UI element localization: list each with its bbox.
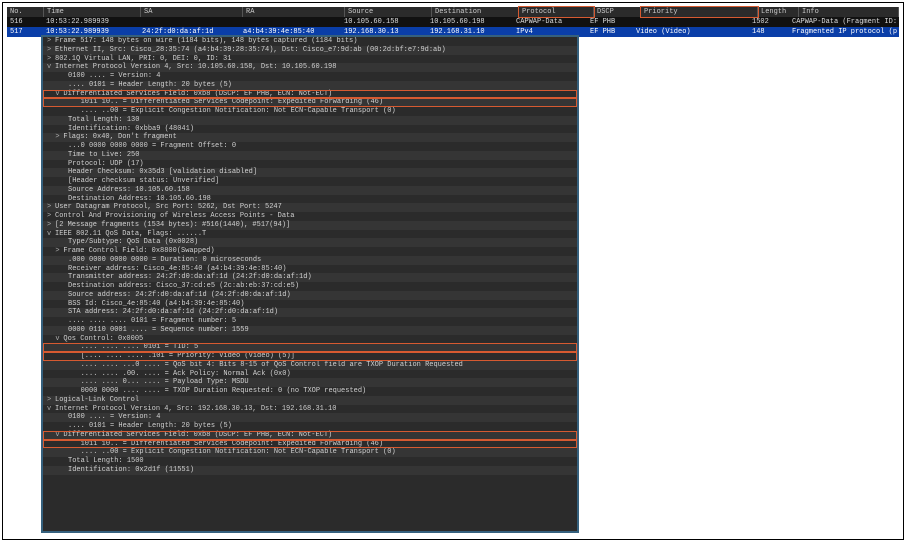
tree-row[interactable]: vInternet Protocol Version 4, Src: 10.10… xyxy=(43,63,577,72)
tree-row[interactable]: [.... .... .... .101 = Priority: Video (… xyxy=(43,352,577,361)
tree-row[interactable]: 0000 0110 0001 .... = Sequence number: 1… xyxy=(43,326,577,335)
caret-right-icon: > xyxy=(47,46,55,55)
caret-down-icon: v xyxy=(47,405,55,414)
caret-right-icon: > xyxy=(47,55,55,64)
tree-row[interactable]: 1011 10.. = Differentiated Services Code… xyxy=(43,440,577,449)
caret-right-icon: > xyxy=(47,221,55,230)
tree-row[interactable]: >Frame Control Field: 0x8800(Swapped) xyxy=(43,247,577,256)
tree-row[interactable]: Source Address: 10.105.60.158 xyxy=(43,186,577,195)
tree-row[interactable]: vQos Control: 0x0005 xyxy=(43,335,577,344)
col-sa[interactable]: SA xyxy=(141,7,243,17)
caret-down-icon: v xyxy=(47,63,55,72)
tree-row[interactable]: Total Length: 130 xyxy=(43,116,577,125)
packet-details[interactable]: >Frame 517: 148 bytes on wire (1184 bits… xyxy=(41,35,579,533)
tree-row[interactable]: Identification: 0x2d1f (11551) xyxy=(43,466,577,475)
tree-row[interactable]: >Ethernet II, Src: Cisco_28:35:74 (a4:b4… xyxy=(43,46,577,55)
tree-row[interactable]: vIEEE 802.11 QoS Data, Flags: ......T xyxy=(43,230,577,239)
caret-right-icon: > xyxy=(47,203,55,212)
tree-row[interactable]: STA address: 24:2f:d0:da:af:1d (24:2f:d0… xyxy=(43,308,577,317)
tree-row[interactable]: Destination Address: 10.105.60.198 xyxy=(43,195,577,204)
tree-row[interactable]: .... 0101 = Header Length: 20 bytes (5) xyxy=(43,422,577,431)
tree-row[interactable]: .... .... ...0 .... = QoS bit 4: Bits 8-… xyxy=(43,361,577,370)
tree-row[interactable]: >Logical-Link Control xyxy=(43,396,577,405)
tree-row[interactable]: Type/Subtype: QoS Data (0x0028) xyxy=(43,238,577,247)
tree-row[interactable]: Total Length: 1500 xyxy=(43,457,577,466)
tree-row[interactable]: >Frame 517: 148 bytes on wire (1184 bits… xyxy=(43,37,577,46)
col-time[interactable]: Time xyxy=(44,7,141,17)
tree-row[interactable]: .000 0000 0000 0000 = Duration: 0 micros… xyxy=(43,256,577,265)
tree-row[interactable]: .... ..00 = Explicit Congestion Notifica… xyxy=(43,448,577,457)
col-protocol[interactable]: Protocol xyxy=(519,7,594,17)
caret-down-icon: v xyxy=(47,230,55,239)
tree-row[interactable]: .... .... 0... .... = Payload Type: MSDU xyxy=(43,378,577,387)
caret-right-icon: > xyxy=(47,37,55,46)
tree-row[interactable]: .... .... .00. .... = Ack Policy: Normal… xyxy=(43,370,577,379)
tree-row[interactable]: 0000 0000 .... .... = TXOP Duration Requ… xyxy=(43,387,577,396)
tree-row[interactable]: >Flags: 0x40, Don't fragment xyxy=(43,133,577,142)
tree-row[interactable]: Header Checksum: 0x35d3 [validation disa… xyxy=(43,168,577,177)
tree-row[interactable]: BSS Id: Cisco_4e:85:40 (a4:b4:39:4e:85:4… xyxy=(43,300,577,309)
col-dscp[interactable]: DSCP xyxy=(594,7,641,17)
caret-right-icon: > xyxy=(47,212,55,221)
col-info[interactable]: Info xyxy=(799,7,899,17)
tree-row[interactable]: Source address: 24:2f:d0:da:af:1d (24:2f… xyxy=(43,291,577,300)
packet-row[interactable]: 516 10:53:22.989939 10.105.60.158 10.105… xyxy=(7,17,899,27)
col-source[interactable]: Source xyxy=(345,7,432,17)
tree-row[interactable]: Receiver address: Cisco_4e:85:40 (a4:b4:… xyxy=(43,265,577,274)
caret-right-icon: > xyxy=(47,396,55,405)
tree-row[interactable]: 0100 .... = Version: 4 xyxy=(43,72,577,81)
tree-row[interactable]: [Header checksum status: Unverified] xyxy=(43,177,577,186)
tree-row[interactable]: 0100 .... = Version: 4 xyxy=(43,413,577,422)
tree-row[interactable]: .... .... .... 0101 = TID: 5 xyxy=(43,343,577,352)
packet-list[interactable]: No. Time SA RA Source Destination Protoc… xyxy=(7,7,899,37)
tree-row[interactable]: Time to Live: 250 xyxy=(43,151,577,160)
tree-row[interactable]: vDifferentiated Services Field: 0xb8 (DS… xyxy=(43,431,577,440)
tree-row[interactable]: ...0 0000 0000 0000 = Fragment Offset: 0 xyxy=(43,142,577,151)
col-length[interactable]: Length xyxy=(758,7,799,17)
tree-row[interactable]: >Control And Provisioning of Wireless Ac… xyxy=(43,212,577,221)
tree-row[interactable]: vInternet Protocol Version 4, Src: 192.1… xyxy=(43,405,577,414)
tree-row[interactable]: Protocol: UDP (17) xyxy=(43,160,577,169)
col-ra[interactable]: RA xyxy=(243,7,345,17)
tree-row[interactable]: Transmitter address: 24:2f:d0:da:af:1d (… xyxy=(43,273,577,282)
col-destination[interactable]: Destination xyxy=(432,7,519,17)
tree-row[interactable]: >802.1Q Virtual LAN, PRI: 0, DEI: 0, ID:… xyxy=(43,55,577,64)
tree-row[interactable]: >User Datagram Protocol, Src Port: 5262,… xyxy=(43,203,577,212)
tree-row[interactable]: 1011 10.. = Differentiated Services Code… xyxy=(43,98,577,107)
tree-row[interactable]: vDifferentiated Services Field: 0xb8 (DS… xyxy=(43,90,577,99)
tree-row[interactable]: >[2 Message fragments (1534 bytes): #516… xyxy=(43,221,577,230)
tree-row[interactable]: .... .... .... 0101 = Fragment number: 5 xyxy=(43,317,577,326)
col-priority[interactable]: Priority xyxy=(641,7,758,17)
col-no[interactable]: No. xyxy=(7,7,44,17)
tree-row[interactable]: Destination address: Cisco_37:cd:e5 (2c:… xyxy=(43,282,577,291)
tree-row[interactable]: .... 0101 = Header Length: 20 bytes (5) xyxy=(43,81,577,90)
column-headers[interactable]: No. Time SA RA Source Destination Protoc… xyxy=(7,7,899,17)
tree-row[interactable]: .... ..00 = Explicit Congestion Notifica… xyxy=(43,107,577,116)
tree-row[interactable]: Identification: 0xbba9 (48041) xyxy=(43,125,577,134)
